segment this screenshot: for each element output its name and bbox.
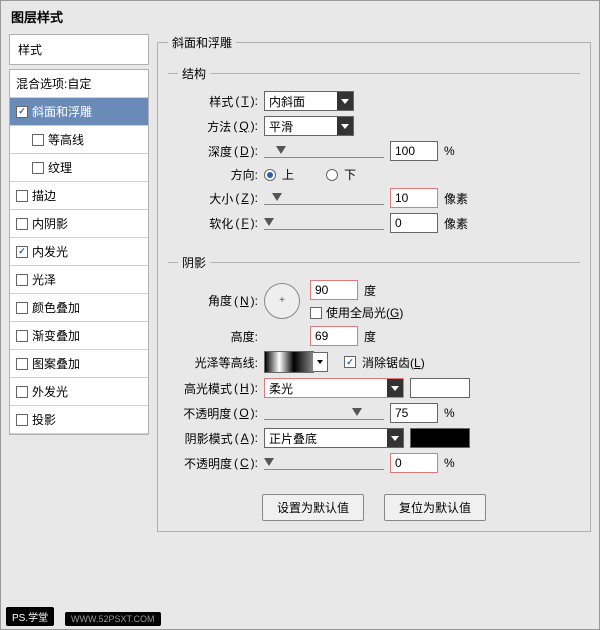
style-select[interactable]: 内斜面 bbox=[264, 91, 354, 111]
depth-label: 深度(D): bbox=[178, 143, 258, 160]
shadow-mode-label: 阴影模式(A): bbox=[178, 430, 258, 447]
highlight-mode-label: 高光模式(H): bbox=[178, 380, 258, 397]
sidebar-item-label: 外发光 bbox=[32, 383, 68, 400]
checkbox-icon[interactable] bbox=[16, 274, 28, 286]
checkbox-icon[interactable] bbox=[32, 162, 44, 174]
depth-slider[interactable] bbox=[264, 144, 384, 158]
antialias-checkbox[interactable]: ✓ bbox=[344, 356, 356, 368]
sidebar-item[interactable]: ✓ 内发光 bbox=[10, 238, 148, 266]
checkbox-icon[interactable] bbox=[16, 330, 28, 342]
checkbox-icon[interactable]: ✓ bbox=[16, 246, 28, 258]
dialog-title: 图层样式 bbox=[1, 1, 599, 32]
shading-group: 阴影 角度(N): 度 使用全局光(G) bbox=[168, 254, 580, 488]
gloss-contour-picker[interactable] bbox=[264, 351, 314, 373]
reset-default-button[interactable]: 复位为默认值 bbox=[384, 494, 486, 521]
size-slider[interactable] bbox=[264, 191, 384, 205]
sidebar-item[interactable]: 颜色叠加 bbox=[10, 294, 148, 322]
sidebar-item-label: 渐变叠加 bbox=[32, 327, 80, 344]
soften-input[interactable] bbox=[390, 213, 438, 233]
panel-title: 斜面和浮雕 bbox=[168, 34, 236, 51]
direction-up-radio[interactable] bbox=[264, 169, 276, 181]
sidebar-item-label: 颜色叠加 bbox=[32, 299, 80, 316]
sidebar-item[interactable]: ✓ 斜面和浮雕 bbox=[10, 98, 148, 126]
altitude-label: 高度: bbox=[178, 328, 258, 345]
gloss-label: 光泽等高线: bbox=[178, 354, 258, 371]
soften-label: 软化(F): bbox=[178, 215, 258, 232]
chevron-down-icon bbox=[337, 92, 353, 110]
structure-group: 结构 样式(T): 内斜面 方法(Q): 平滑 深度(D): % bbox=[168, 65, 580, 248]
size-input[interactable] bbox=[390, 188, 438, 208]
sidebar-item[interactable]: 内阴影 bbox=[10, 210, 148, 238]
size-label: 大小(Z): bbox=[178, 190, 258, 207]
angle-dial[interactable] bbox=[264, 283, 300, 319]
style-list: 混合选项:自定 ✓ 斜面和浮雕等高线纹理描边内阴影 ✓ 内发光光泽颜色叠加渐变叠加图案… bbox=[9, 69, 149, 435]
sidebar-item-label: 斜面和浮雕 bbox=[32, 103, 92, 120]
shadow-color-swatch[interactable] bbox=[410, 428, 470, 448]
checkbox-icon[interactable] bbox=[16, 414, 28, 426]
sidebar-item-label: 内发光 bbox=[32, 243, 68, 260]
altitude-input[interactable] bbox=[310, 326, 358, 346]
angle-input[interactable] bbox=[310, 280, 358, 300]
sidebar-item-label: 描边 bbox=[32, 187, 56, 204]
sidebar-item[interactable]: 投影 bbox=[10, 406, 148, 434]
shadow-opacity-label: 不透明度(C): bbox=[178, 455, 258, 472]
depth-input[interactable] bbox=[390, 141, 438, 161]
global-light-checkbox[interactable] bbox=[310, 307, 322, 319]
watermark: PS.学堂 bbox=[6, 607, 54, 626]
checkbox-icon[interactable] bbox=[32, 134, 44, 146]
checkbox-icon[interactable] bbox=[16, 386, 28, 398]
highlight-opacity-slider[interactable] bbox=[264, 406, 384, 420]
technique-select[interactable]: 平滑 bbox=[264, 116, 354, 136]
sidebar-item-label: 光泽 bbox=[32, 271, 56, 288]
chevron-down-icon bbox=[387, 379, 403, 397]
chevron-down-icon bbox=[387, 429, 403, 447]
sidebar-item[interactable]: 等高线 bbox=[10, 126, 148, 154]
sidebar-item-label: 投影 bbox=[32, 411, 56, 428]
sidebar-item-label: 内阴影 bbox=[32, 215, 68, 232]
technique-label: 方法(Q): bbox=[178, 118, 258, 135]
shadow-mode-select[interactable]: 正片叠底 bbox=[264, 428, 404, 448]
watermark-url: WWW.52PSXT.COM bbox=[65, 612, 161, 626]
soften-slider[interactable] bbox=[264, 216, 384, 230]
sidebar-item-label: 纹理 bbox=[48, 159, 72, 176]
highlight-color-swatch[interactable] bbox=[410, 378, 470, 398]
sidebar-item-label: 等高线 bbox=[48, 131, 84, 148]
sidebar-item[interactable]: 光泽 bbox=[10, 266, 148, 294]
chevron-down-icon bbox=[313, 352, 328, 372]
style-label: 样式(T): bbox=[178, 93, 258, 110]
sidebar-item[interactable]: 渐变叠加 bbox=[10, 322, 148, 350]
checkbox-icon[interactable] bbox=[16, 190, 28, 202]
sidebar-item[interactable]: 描边 bbox=[10, 182, 148, 210]
sidebar-header: 样式 bbox=[9, 34, 149, 65]
sidebar-item[interactable]: 外发光 bbox=[10, 378, 148, 406]
main-panel: 斜面和浮雕 结构 样式(T): 内斜面 方法(Q): 平滑 深度(D): bbox=[157, 34, 591, 538]
make-default-button[interactable]: 设置为默认值 bbox=[262, 494, 364, 521]
chevron-down-icon bbox=[337, 117, 353, 135]
layer-style-dialog: 图层样式 样式 混合选项:自定 ✓ 斜面和浮雕等高线纹理描边内阴影 ✓ 内发光光泽颜色… bbox=[0, 0, 600, 630]
highlight-mode-select[interactable]: 柔光 bbox=[264, 378, 404, 398]
angle-label: 角度(N): bbox=[178, 292, 258, 309]
sidebar-item[interactable]: 纹理 bbox=[10, 154, 148, 182]
shadow-opacity-input[interactable] bbox=[390, 453, 438, 473]
shadow-opacity-slider[interactable] bbox=[264, 456, 384, 470]
checkbox-icon[interactable] bbox=[16, 218, 28, 230]
highlight-opacity-label: 不透明度(O): bbox=[178, 405, 258, 422]
bevel-fieldset: 斜面和浮雕 结构 样式(T): 内斜面 方法(Q): 平滑 深度(D): bbox=[157, 34, 591, 532]
checkbox-icon[interactable] bbox=[16, 358, 28, 370]
direction-label: 方向: bbox=[178, 166, 258, 183]
blend-options-item[interactable]: 混合选项:自定 bbox=[10, 70, 148, 98]
styles-sidebar: 样式 混合选项:自定 ✓ 斜面和浮雕等高线纹理描边内阴影 ✓ 内发光光泽颜色叠加渐变叠… bbox=[9, 34, 149, 538]
sidebar-item-label: 图案叠加 bbox=[32, 355, 80, 372]
checkbox-icon[interactable]: ✓ bbox=[16, 106, 28, 118]
highlight-opacity-input[interactable] bbox=[390, 403, 438, 423]
sidebar-item[interactable]: 图案叠加 bbox=[10, 350, 148, 378]
checkbox-icon[interactable] bbox=[16, 302, 28, 314]
direction-down-radio[interactable] bbox=[326, 169, 338, 181]
